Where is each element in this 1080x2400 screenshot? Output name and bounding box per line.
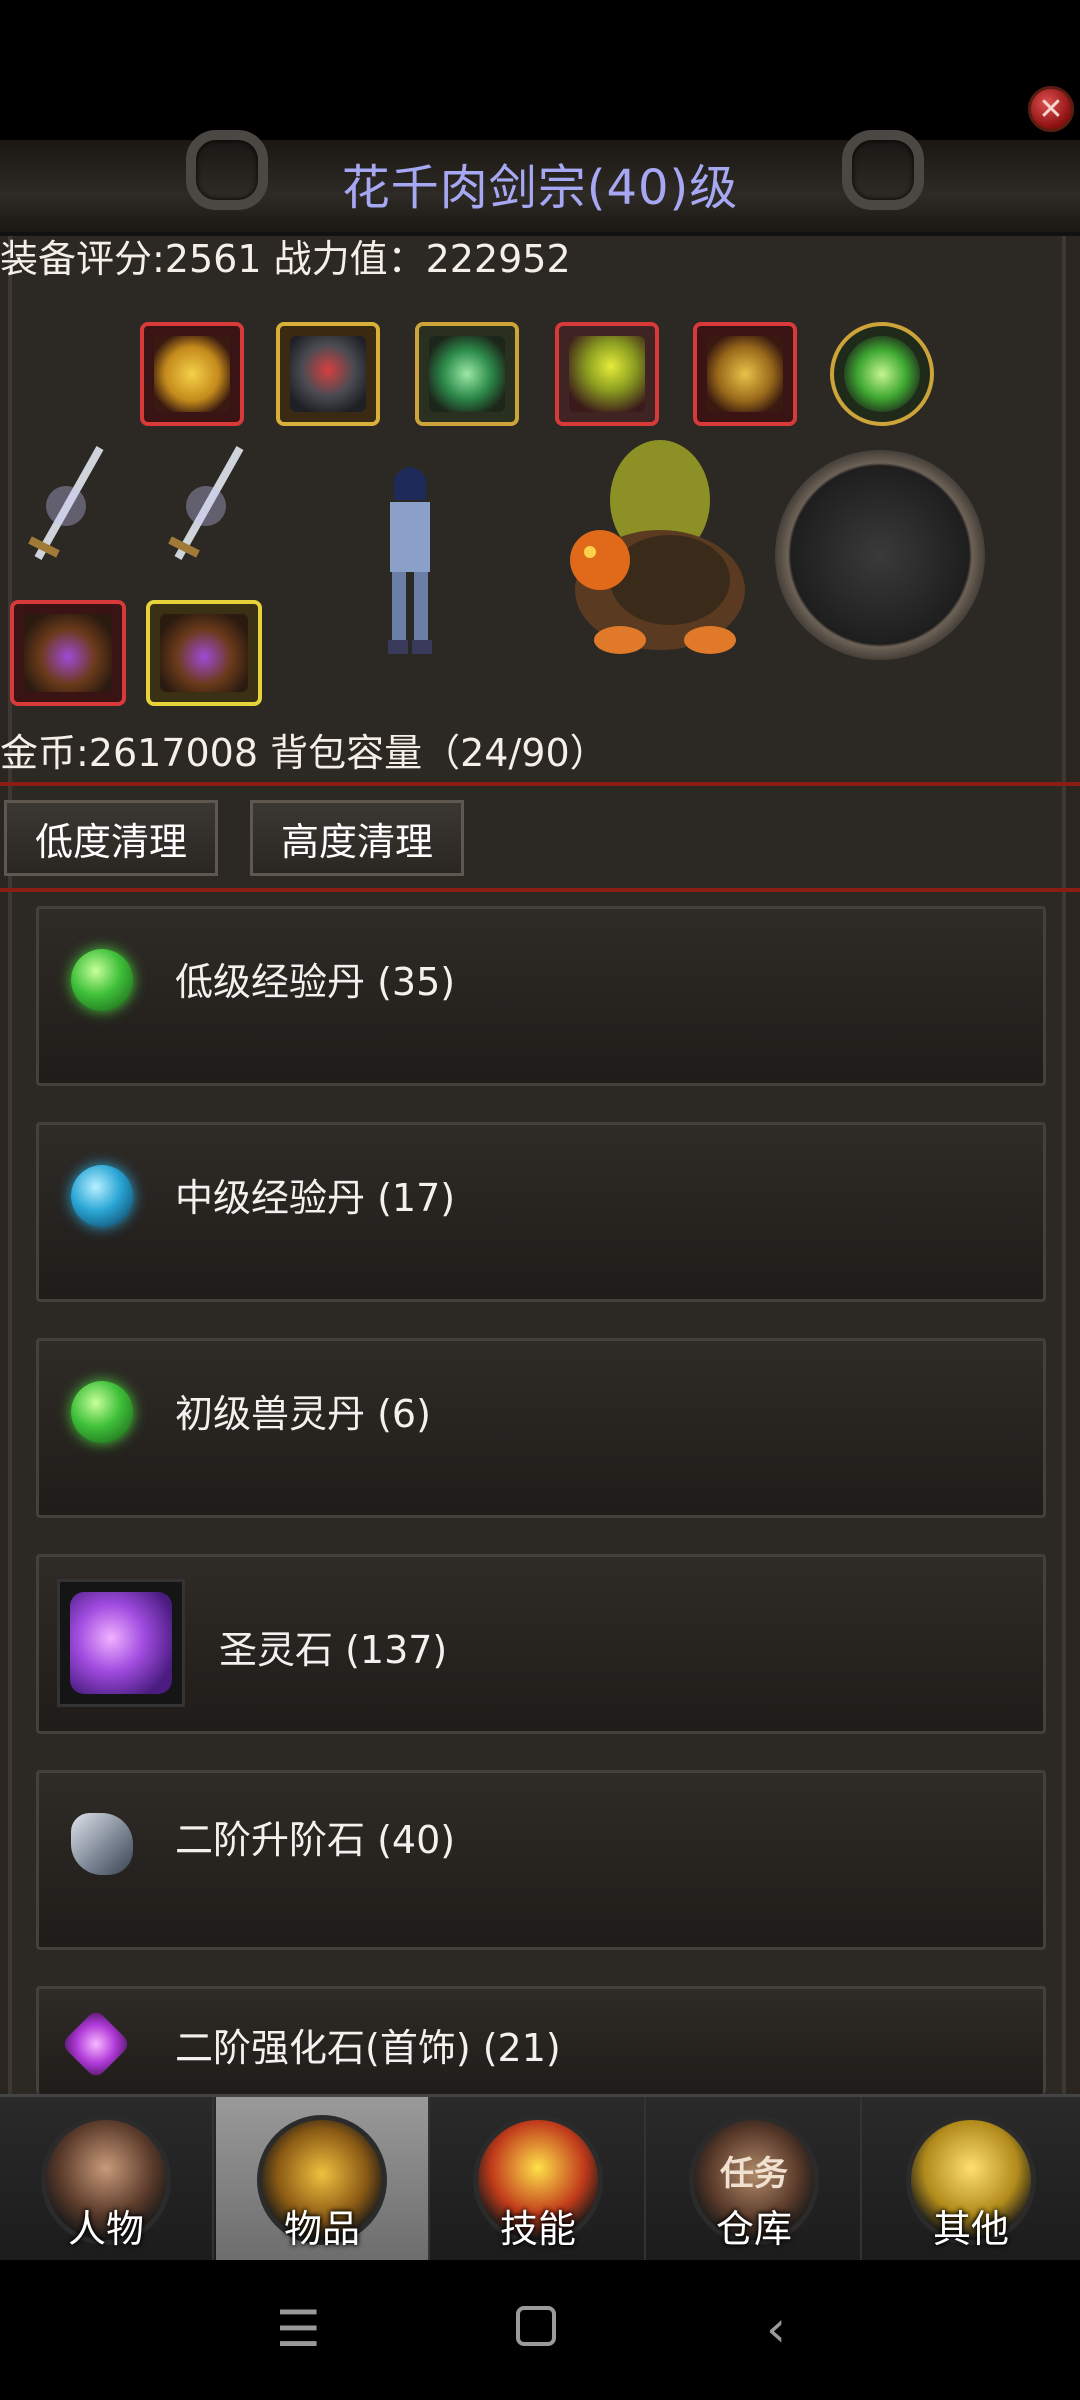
belt-icon bbox=[569, 336, 645, 412]
equip-slot-boots[interactable] bbox=[693, 322, 797, 426]
list-item[interactable]: 二阶强化石(首饰) (21) bbox=[36, 1986, 1046, 2094]
green-orb-icon bbox=[71, 1381, 133, 1443]
crown-icon bbox=[154, 336, 230, 412]
bracelet-icon bbox=[160, 614, 248, 692]
item-label: 中级经验丹 (17) bbox=[175, 1176, 456, 1220]
tab-label: 物品 bbox=[283, 2207, 360, 2251]
list-item[interactable]: 初级兽灵丹 (6) bbox=[36, 1338, 1046, 1518]
necklace-icon bbox=[429, 336, 505, 412]
low-clean-button[interactable]: 低度清理 bbox=[4, 800, 218, 876]
back-icon[interactable]: ‹ bbox=[766, 2300, 786, 2358]
high-clean-button[interactable]: 高度清理 bbox=[250, 800, 464, 876]
green-orb-icon bbox=[71, 949, 133, 1011]
tab-character[interactable]: 人物 bbox=[0, 2097, 214, 2263]
equip-slot-weapon-right[interactable] bbox=[158, 440, 254, 580]
list-item[interactable]: 中级经验丹 (17) bbox=[36, 1122, 1046, 1302]
tab-label: 人物 bbox=[67, 2207, 144, 2251]
home-icon[interactable] bbox=[516, 2306, 556, 2346]
boots-icon bbox=[707, 336, 783, 412]
character-avatar bbox=[370, 460, 450, 660]
sword-icon bbox=[28, 446, 104, 560]
gold-and-bag-capacity: 金币:2617008 背包容量（24/90） bbox=[0, 731, 608, 775]
character-title: 花千肉剑宗(40)级 bbox=[341, 160, 739, 216]
sword-icon bbox=[168, 446, 244, 560]
equip-slot-bracelet-left[interactable] bbox=[10, 600, 126, 706]
item-label: 初级兽灵丹 (6) bbox=[175, 1392, 431, 1436]
tiger-emblem-icon[interactable] bbox=[775, 450, 985, 660]
tab-other[interactable]: 其他 bbox=[864, 2097, 1078, 2263]
list-item[interactable]: 二阶升阶石 (40) bbox=[36, 1770, 1046, 1950]
ring-icon bbox=[844, 336, 920, 412]
equip-slot-armor[interactable] bbox=[276, 322, 380, 426]
grey-stone-icon bbox=[71, 1813, 133, 1875]
item-label: 二阶升阶石 (40) bbox=[175, 1818, 456, 1862]
divider-bottom bbox=[0, 888, 1080, 892]
list-item[interactable]: 圣灵石 (137) bbox=[36, 1554, 1046, 1734]
bracelet-icon bbox=[24, 614, 112, 692]
armor-icon bbox=[290, 336, 366, 412]
tab-items[interactable]: 物品 bbox=[216, 2097, 430, 2263]
pet-turtle bbox=[560, 430, 760, 660]
item-label: 圣灵石 (137) bbox=[219, 1628, 448, 1672]
equip-slot-necklace[interactable] bbox=[415, 322, 519, 426]
close-icon: ✕ bbox=[1038, 91, 1064, 127]
system-nav-bar: ☰ ‹ bbox=[0, 2260, 1080, 2400]
quest-overlay-text: 任务 bbox=[720, 2153, 788, 2194]
equipment-score: 装备评分:2561 战力值：222952 bbox=[0, 237, 571, 281]
close-button[interactable]: ✕ bbox=[1028, 86, 1074, 132]
list-item[interactable]: 低级经验丹 (35) bbox=[36, 906, 1046, 1086]
tab-label: 技能 bbox=[499, 2207, 576, 2251]
equip-slot-ring[interactable] bbox=[830, 322, 934, 426]
tab-label: 其他 bbox=[932, 2207, 1009, 2251]
divider-top bbox=[0, 782, 1080, 786]
equip-slot-belt[interactable] bbox=[555, 322, 659, 426]
tab-skills[interactable]: 技能 bbox=[432, 2097, 646, 2263]
item-label: 二阶强化石(首饰) (21) bbox=[175, 2026, 561, 2070]
item-label: 低级经验丹 (35) bbox=[175, 960, 456, 1004]
purple-gem-icon bbox=[57, 1579, 185, 1707]
bottom-tab-bar: 人物 物品 技能 任务 仓库 其他 bbox=[0, 2094, 1080, 2263]
tab-label: 仓库 bbox=[715, 2207, 792, 2251]
purple-crystal-icon bbox=[60, 2008, 132, 2080]
equip-slot-bracelet-right[interactable] bbox=[146, 600, 262, 706]
tab-warehouse[interactable]: 任务 仓库 bbox=[648, 2097, 862, 2263]
equip-slot-helmet[interactable] bbox=[140, 322, 244, 426]
equip-slot-weapon-left[interactable] bbox=[18, 440, 114, 580]
blue-orb-icon bbox=[71, 1165, 133, 1227]
menu-icon[interactable]: ☰ bbox=[276, 2300, 321, 2358]
